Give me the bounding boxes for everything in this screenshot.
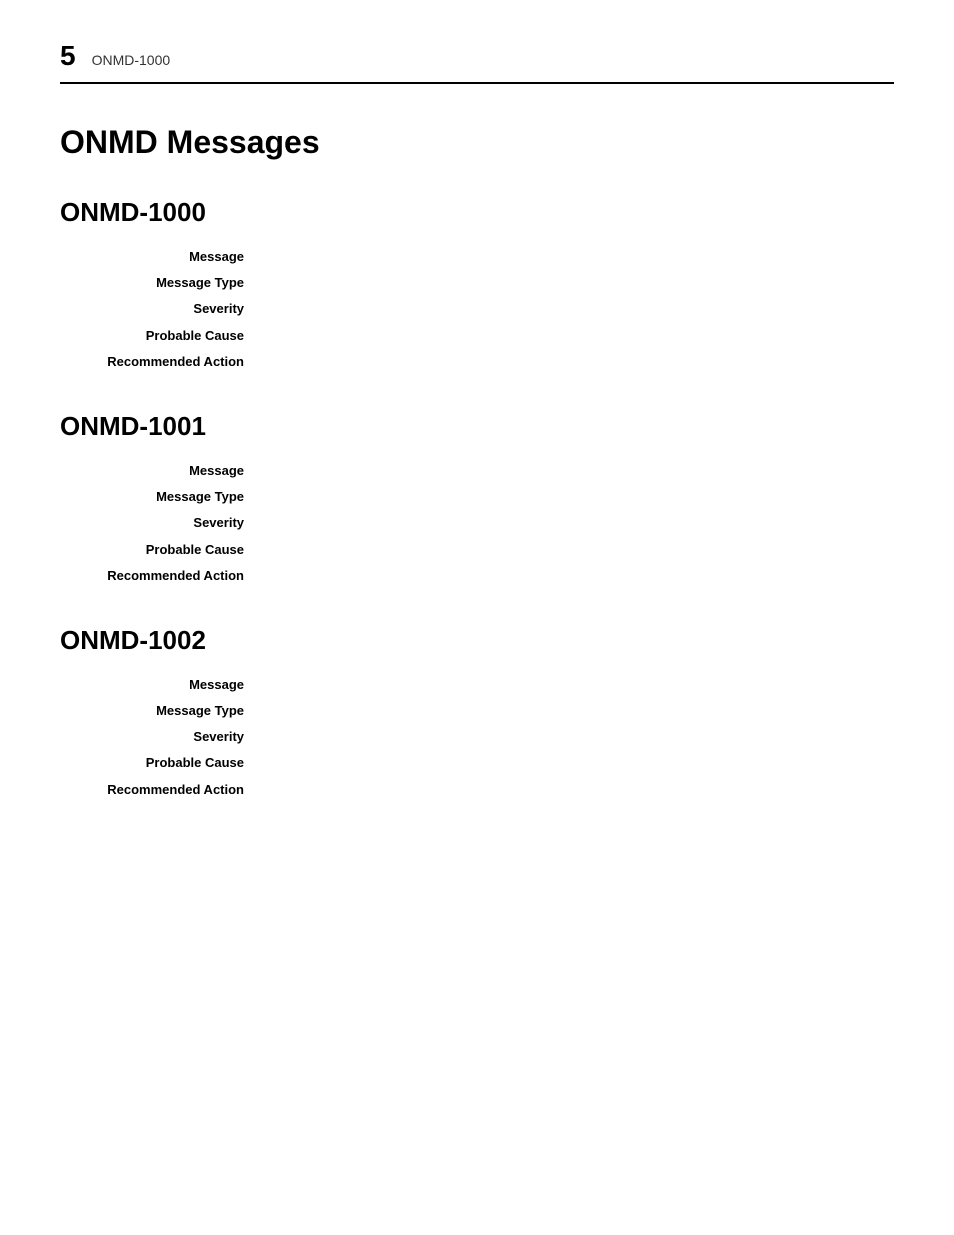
field-row-onmd-1002-message-type: Message Type bbox=[60, 702, 894, 720]
page-breadcrumb: ONMD-1000 bbox=[92, 52, 171, 68]
field-row-onmd-1001-message: Message bbox=[60, 462, 894, 480]
message-code-onmd-1000: ONMD-1000 bbox=[60, 197, 894, 228]
field-value bbox=[260, 702, 894, 720]
field-value bbox=[260, 514, 894, 532]
field-row-onmd-1001-probable-cause: Probable Cause bbox=[60, 541, 894, 559]
field-row-onmd-1002-recommended-action: Recommended Action bbox=[60, 781, 894, 799]
message-section-onmd-1002: ONMD-1002 Message Message Type Severity Prob… bbox=[60, 625, 894, 799]
message-code-onmd-1001: ONMD-1001 bbox=[60, 411, 894, 442]
field-label: Message bbox=[60, 676, 260, 694]
field-value bbox=[260, 676, 894, 694]
field-label: Probable Cause bbox=[60, 327, 260, 345]
field-value bbox=[260, 754, 894, 772]
field-value bbox=[260, 327, 894, 345]
field-row-onmd-1002-probable-cause: Probable Cause bbox=[60, 754, 894, 772]
field-row-onmd-1000-message: Message bbox=[60, 248, 894, 266]
message-code-onmd-1002: ONMD-1002 bbox=[60, 625, 894, 656]
field-value bbox=[260, 488, 894, 506]
field-row-onmd-1001-message-type: Message Type bbox=[60, 488, 894, 506]
page-header: 5 ONMD-1000 bbox=[60, 40, 894, 84]
field-label: Recommended Action bbox=[60, 353, 260, 371]
field-value bbox=[260, 728, 894, 746]
field-row-onmd-1001-severity: Severity bbox=[60, 514, 894, 532]
field-row-onmd-1002-severity: Severity bbox=[60, 728, 894, 746]
field-label: Recommended Action bbox=[60, 781, 260, 799]
field-label: Message bbox=[60, 462, 260, 480]
page-number: 5 bbox=[60, 40, 76, 72]
field-value bbox=[260, 300, 894, 318]
field-value bbox=[260, 274, 894, 292]
field-value bbox=[260, 541, 894, 559]
field-row-onmd-1002-message: Message bbox=[60, 676, 894, 694]
field-label: Severity bbox=[60, 514, 260, 532]
field-label: Recommended Action bbox=[60, 567, 260, 585]
field-value bbox=[260, 567, 894, 585]
field-label: Severity bbox=[60, 300, 260, 318]
message-section-onmd-1001: ONMD-1001 Message Message Type Severity Prob… bbox=[60, 411, 894, 585]
page-title: ONMD Messages bbox=[60, 124, 894, 161]
sections-container: ONMD-1000 Message Message Type Severity Prob… bbox=[60, 197, 894, 799]
field-row-onmd-1000-recommended-action: Recommended Action bbox=[60, 353, 894, 371]
field-value bbox=[260, 353, 894, 371]
message-section-onmd-1000: ONMD-1000 Message Message Type Severity Prob… bbox=[60, 197, 894, 371]
field-row-onmd-1000-probable-cause: Probable Cause bbox=[60, 327, 894, 345]
field-row-onmd-1000-severity: Severity bbox=[60, 300, 894, 318]
field-value bbox=[260, 462, 894, 480]
field-label: Message Type bbox=[60, 488, 260, 506]
field-label: Message Type bbox=[60, 702, 260, 720]
field-label: Message Type bbox=[60, 274, 260, 292]
field-label: Severity bbox=[60, 728, 260, 746]
field-value bbox=[260, 781, 894, 799]
field-row-onmd-1001-recommended-action: Recommended Action bbox=[60, 567, 894, 585]
field-value bbox=[260, 248, 894, 266]
field-row-onmd-1000-message-type: Message Type bbox=[60, 274, 894, 292]
field-label: Probable Cause bbox=[60, 541, 260, 559]
field-label: Probable Cause bbox=[60, 754, 260, 772]
field-label: Message bbox=[60, 248, 260, 266]
